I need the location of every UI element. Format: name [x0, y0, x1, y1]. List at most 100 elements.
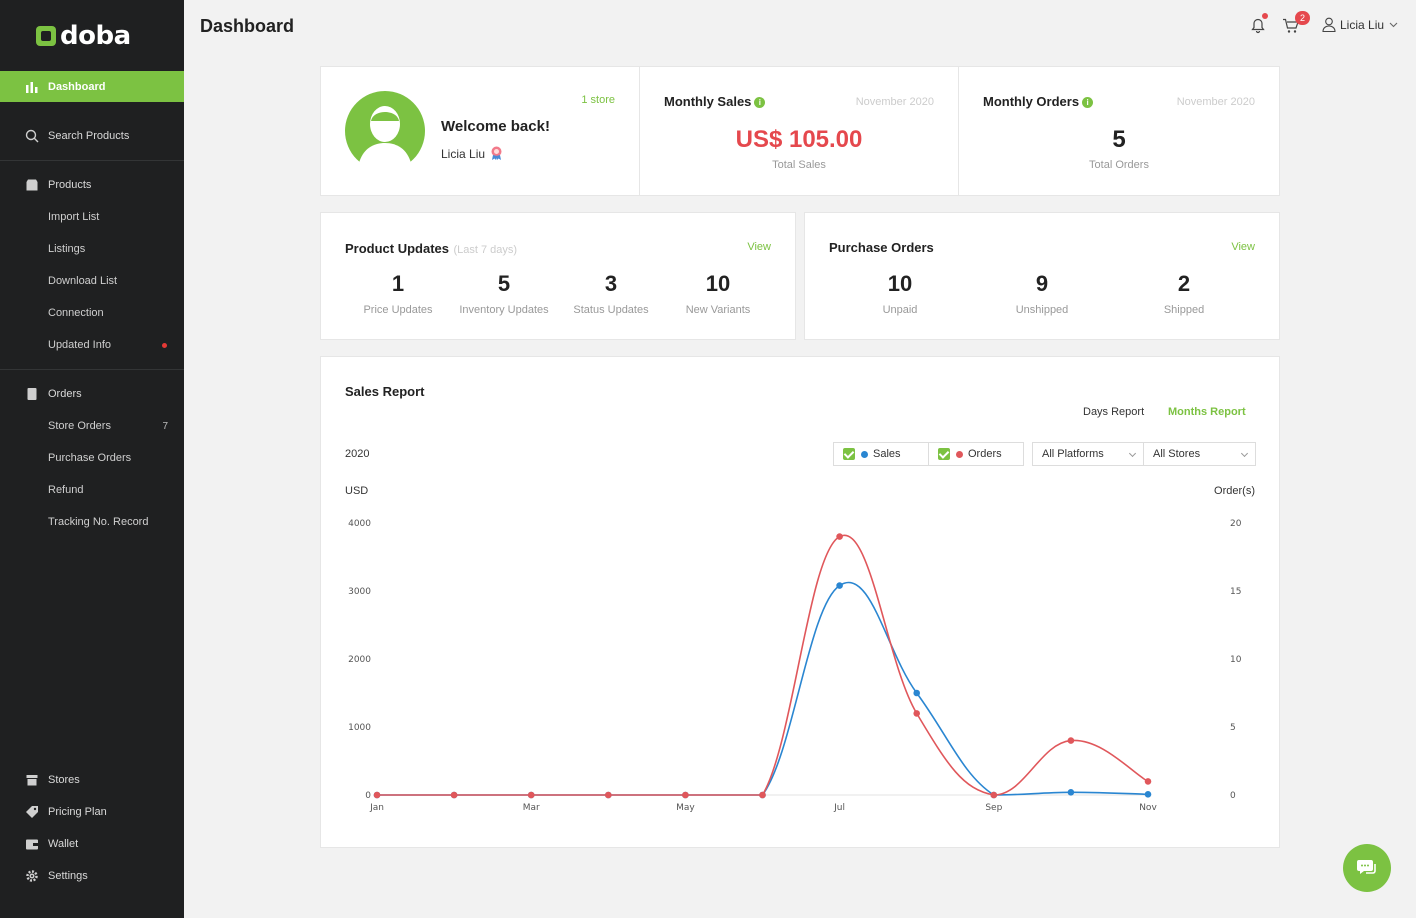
- sidebar-item-label: Settings: [48, 870, 88, 882]
- sidebar-item-orders[interactable]: Orders: [0, 382, 184, 406]
- sidebar-item-label: Pricing Plan: [48, 806, 107, 818]
- data-point-orders: [528, 792, 535, 799]
- monthly-orders-caption: Total Orders: [959, 159, 1279, 171]
- monthly-sales-card: Monthly Salesi November 2020 US$ 105.00 …: [639, 66, 959, 196]
- page-title: Dashboard: [200, 16, 294, 37]
- gear-icon: [25, 869, 39, 883]
- stat-label: Inventory Updates: [459, 304, 549, 316]
- stat-value: 10: [673, 271, 763, 297]
- stat-unshipped[interactable]: 9 Unshipped: [1002, 271, 1082, 316]
- sidebar-item-dashboard[interactable]: Dashboard: [0, 71, 184, 102]
- sidebar-item-label: Import List: [48, 211, 99, 223]
- stat-label: Shipped: [1144, 304, 1224, 316]
- sidebar-item-stores[interactable]: Stores: [0, 768, 184, 792]
- search-icon: [25, 129, 39, 143]
- stat-label: Unpaid: [860, 304, 940, 316]
- data-point-orders: [374, 792, 381, 799]
- stat-new-variants[interactable]: 10 New Variants: [673, 271, 763, 316]
- data-point-sales: [1068, 789, 1075, 796]
- stat-label: Price Updates: [358, 304, 438, 316]
- product-updates-card: Product Updates (Last 7 days) View 1 Pri…: [320, 212, 796, 340]
- stat-value: 5: [459, 271, 549, 297]
- notification-dot: [1262, 13, 1268, 19]
- box-icon: [25, 178, 39, 192]
- user-name: Licia Liu: [1340, 18, 1384, 32]
- sidebar-item-label: Updated Info: [48, 339, 111, 351]
- sidebar-item-label: Products: [48, 179, 91, 191]
- sidebar-item-label: Search Products: [48, 130, 129, 142]
- data-point-orders: [1068, 737, 1075, 744]
- info-icon[interactable]: i: [754, 97, 765, 108]
- purchase-orders-card: Purchase Orders View 10 Unpaid 9 Unshipp…: [804, 212, 1280, 340]
- series-line-orders: [377, 535, 1148, 795]
- sidebar-item-pricing-plan[interactable]: Pricing Plan: [0, 800, 184, 824]
- data-point-sales: [836, 582, 843, 589]
- stat-inventory-updates[interactable]: 5 Inventory Updates: [459, 271, 549, 316]
- x-tick-label: May: [676, 803, 695, 813]
- logo-mark-icon: [36, 26, 56, 46]
- y-left-tick-label: 0: [365, 791, 371, 801]
- doba-logo[interactable]: doba: [36, 24, 131, 48]
- sidebar-item-import-list[interactable]: Import List: [0, 205, 184, 229]
- sidebar-item-wallet[interactable]: Wallet: [0, 832, 184, 856]
- sales-line-chart: 0100020003000400005101520JanMarMayJulSep…: [321, 357, 1279, 847]
- sidebar: doba Dashboard Search Products Products …: [0, 0, 184, 918]
- sidebar-item-connection[interactable]: Connection: [0, 301, 184, 325]
- sidebar-item-download-list[interactable]: Download List: [0, 269, 184, 293]
- sidebar-item-label: Stores: [48, 774, 80, 786]
- y-right-tick-label: 10: [1230, 655, 1242, 665]
- x-tick-label: Mar: [523, 803, 540, 813]
- purchase-orders-view-link[interactable]: View: [1231, 241, 1255, 253]
- stat-shipped[interactable]: 2 Shipped: [1144, 271, 1224, 316]
- bell-icon[interactable]: [1251, 18, 1265, 34]
- product-updates-view-link[interactable]: View: [747, 241, 771, 253]
- sidebar-item-products[interactable]: Products: [0, 173, 184, 197]
- sidebar-item-label: Listings: [48, 243, 85, 255]
- stat-value: 1: [358, 271, 438, 297]
- stat-unpaid[interactable]: 10 Unpaid: [860, 271, 940, 316]
- stat-value: 2: [1144, 271, 1224, 297]
- sidebar-item-store-orders[interactable]: Store Orders 7: [0, 414, 184, 438]
- logo-text: doba: [60, 21, 131, 51]
- stat-label: New Variants: [673, 304, 763, 316]
- stat-label: Status Updates: [566, 304, 656, 316]
- sidebar-item-label: Refund: [48, 484, 83, 496]
- cart-count-badge: 2: [1295, 11, 1310, 25]
- sidebar-item-tracking-record[interactable]: Tracking No. Record: [0, 510, 184, 534]
- data-point-sales: [1145, 791, 1152, 798]
- welcome-name: Licia Liu: [441, 147, 485, 161]
- y-right-tick-label: 0: [1230, 791, 1236, 801]
- sidebar-item-label: Store Orders: [48, 420, 111, 432]
- chat-icon: [1356, 858, 1378, 878]
- store-count-link[interactable]: 1 store: [581, 94, 615, 106]
- x-tick-label: Nov: [1139, 803, 1157, 813]
- sidebar-item-label: Purchase Orders: [48, 452, 131, 464]
- monthly-sales-caption: Total Sales: [640, 159, 958, 171]
- y-left-tick-label: 2000: [348, 655, 371, 665]
- sales-report-card: Sales Report Days Report Months Report 2…: [320, 356, 1280, 848]
- user-menu[interactable]: Licia Liu: [1322, 17, 1398, 32]
- store-orders-count: 7: [162, 421, 168, 432]
- stat-value: 3: [566, 271, 656, 297]
- info-icon[interactable]: i: [1082, 97, 1093, 108]
- monthly-orders-period: November 2020: [1177, 96, 1255, 108]
- chat-button[interactable]: [1343, 844, 1391, 892]
- sidebar-item-purchase-orders[interactable]: Purchase Orders: [0, 446, 184, 470]
- y-left-tick-label: 1000: [348, 723, 371, 733]
- sidebar-divider: [0, 369, 184, 370]
- welcome-card: 1 store Welcome back! Licia Liu: [320, 66, 640, 196]
- sidebar-item-updated-info[interactable]: Updated Info: [0, 333, 184, 357]
- award-badge-icon: [490, 146, 503, 161]
- sidebar-item-listings[interactable]: Listings: [0, 237, 184, 261]
- y-right-tick-label: 15: [1230, 587, 1241, 597]
- monthly-orders-title: Monthly Orders: [983, 94, 1079, 109]
- sidebar-item-settings[interactable]: Settings: [0, 864, 184, 888]
- stat-price-updates[interactable]: 1 Price Updates: [358, 271, 438, 316]
- stat-status-updates[interactable]: 3 Status Updates: [566, 271, 656, 316]
- sidebar-item-refund[interactable]: Refund: [0, 478, 184, 502]
- purchase-orders-title: Purchase Orders: [829, 240, 934, 255]
- sidebar-divider: [0, 160, 184, 161]
- welcome-heading: Welcome back!: [441, 118, 550, 135]
- sidebar-item-search-products[interactable]: Search Products: [0, 124, 184, 148]
- notification-dot: [162, 343, 167, 348]
